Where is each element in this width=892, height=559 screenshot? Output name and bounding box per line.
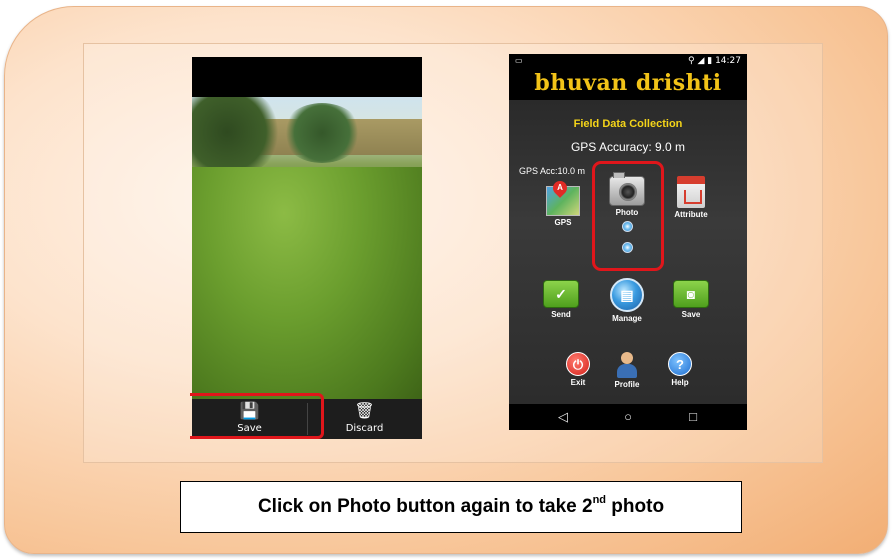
save-camera-icon: ◙ [673, 280, 709, 308]
page-title: Field Data Collection [573, 118, 683, 130]
back-nav-icon[interactable]: ◁ [543, 408, 583, 426]
caption-superscript: nd [592, 493, 607, 506]
exit-button[interactable]: ⏻ Exit [563, 352, 593, 387]
location-icon: ⚲ [687, 56, 695, 66]
help-button[interactable]: ? Help [665, 352, 695, 387]
map-pin-icon: A [550, 178, 570, 198]
gps-acc-small: GPS Acc:10.0 m [519, 166, 586, 176]
discard-label: Discard [345, 423, 384, 434]
camera-preview-screen: 💾 Save 🗑 Discard [192, 57, 422, 439]
caption-text-end: photo [606, 496, 665, 517]
home-nav-icon[interactable]: ○ [608, 408, 648, 426]
gps-label: GPS [554, 218, 572, 227]
user-icon [615, 352, 639, 378]
app-header: bhuvan drishti [509, 68, 747, 100]
camera-photo [192, 97, 422, 399]
discard-button[interactable]: 🗑 Discard [307, 403, 422, 439]
profile-button[interactable]: Profile [609, 352, 645, 389]
profile-label: Profile [614, 380, 640, 389]
manage-icon: ▤ [610, 278, 644, 312]
tree [192, 97, 282, 177]
power-icon: ⏻ [566, 352, 590, 376]
signal-icon: ◢ [697, 56, 705, 66]
manage-label: Manage [612, 314, 642, 323]
exit-label: Exit [570, 378, 586, 387]
android-nav-bar: ◁ ○ □ [509, 404, 747, 430]
attribute-button[interactable]: Attribute [667, 176, 715, 219]
manage-button[interactable]: ▤ Manage [605, 278, 649, 323]
slide-panel [4, 6, 888, 554]
instruction-caption: Click on Photo button again to take 2nd … [180, 481, 742, 533]
lawn [192, 167, 422, 399]
camera-top-bar [192, 57, 422, 97]
help-label: Help [671, 378, 689, 387]
send-icon: ✓ [543, 280, 579, 308]
status-bar: ▭ ⚲ ◢ ▮ 14:27 [509, 54, 747, 68]
app-logo: bhuvan drishti [534, 70, 722, 96]
map-icon: A [546, 178, 580, 216]
battery-icon: ▮ [707, 56, 713, 66]
save-data-label: Save [681, 310, 701, 319]
save-highlight-box [190, 393, 324, 439]
help-icon: ? [668, 352, 692, 376]
status-icons-time: ⚲ ◢ ▮ 14:27 [688, 54, 741, 68]
send-button[interactable]: ✓ Send [539, 280, 583, 319]
gps-accuracy: GPS Accuracy: 9.0 m [570, 140, 686, 154]
tree [282, 103, 362, 163]
save-data-button[interactable]: ◙ Save [669, 280, 713, 319]
send-label: Send [551, 310, 571, 319]
trash-icon: 🗑 [354, 403, 375, 420]
gps-button[interactable]: A GPS [543, 178, 583, 227]
photo-highlight-box [592, 161, 664, 271]
attribute-label: Attribute [674, 210, 708, 219]
attribute-form-icon [677, 176, 705, 208]
caption-text: Click on Photo button again to take 2 [257, 496, 593, 517]
recents-nav-icon[interactable]: □ [673, 408, 713, 426]
notification-icon: ▭ [515, 56, 523, 65]
clock-time: 14:27 [715, 56, 741, 66]
